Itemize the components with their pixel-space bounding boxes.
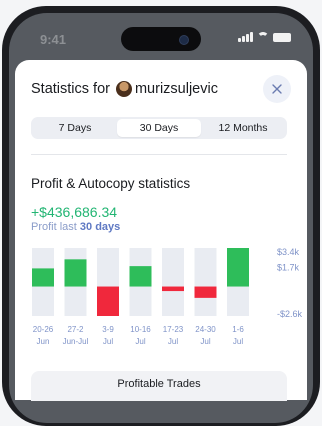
- sheet-title: Statistics for: [31, 81, 110, 97]
- profitable-trades-card[interactable]: Profitable Trades: [31, 371, 287, 401]
- signal-icon: [238, 32, 253, 42]
- status-icons: [238, 32, 291, 42]
- x-tick-range: 17-23: [163, 325, 184, 334]
- profit-caption-label: Profit last: [31, 221, 77, 233]
- chart-bar[interactable]: [227, 248, 249, 287]
- status-bar: 9:41: [9, 13, 313, 57]
- chart-bar[interactable]: [64, 259, 87, 287]
- divider: [31, 154, 287, 155]
- period-tabs: 7 Days 30 Days 12 Months: [31, 117, 287, 139]
- x-tick-range: 20-26: [33, 325, 54, 334]
- chart-bar[interactable]: [162, 286, 184, 292]
- y-tick-label: -$2.6k: [277, 309, 303, 319]
- chart-bar[interactable]: [32, 268, 54, 287]
- phone-mockup: 9:41 Statistics for murizsuljevic 7 Days…: [0, 0, 322, 426]
- x-tick-month: Jul: [135, 337, 145, 346]
- x-tick-month: Jul: [103, 337, 113, 346]
- close-icon: [272, 84, 282, 94]
- x-tick-month: Jun-Jul: [63, 337, 89, 346]
- x-tick-range: 24-30: [195, 325, 216, 334]
- y-tick-label: $3.4k: [277, 247, 300, 257]
- tab-7-days[interactable]: 7 Days: [33, 119, 117, 137]
- x-tick-month: Jul: [168, 337, 178, 346]
- profit-chart: 20-26 Jun 27-2 Jun-Jul 3-9 Jul 10-16 Jul 17-23 Ju…: [31, 246, 307, 356]
- wifi-icon: [257, 32, 269, 42]
- chart-bar[interactable]: [129, 266, 152, 287]
- x-tick-month: Jul: [200, 337, 210, 346]
- bar-track: [194, 248, 217, 316]
- dynamic-island: [121, 27, 201, 51]
- chart-bar[interactable]: [97, 286, 119, 316]
- camera-icon: [179, 35, 189, 45]
- x-tick-month: Jul: [233, 337, 243, 346]
- x-tick-range: 27-2: [67, 325, 84, 334]
- statistics-sheet: Statistics for murizsuljevic 7 Days 30 D…: [15, 60, 307, 401]
- status-time: 9:41: [40, 32, 67, 47]
- battery-icon: [273, 32, 291, 42]
- profit-value: +$436,686.34: [31, 204, 118, 220]
- section-title: Profit & Autocopy statistics: [31, 176, 191, 191]
- sheet-header: Statistics for murizsuljevic: [31, 75, 291, 103]
- tab-12-months[interactable]: 12 Months: [201, 119, 285, 137]
- x-tick-range: 10-16: [130, 325, 151, 334]
- x-tick-range: 3-9: [102, 325, 114, 334]
- card-title: Profitable Trades: [117, 378, 201, 390]
- x-tick-month: Jun: [37, 337, 50, 346]
- chart-bar[interactable]: [194, 286, 217, 298]
- tab-30-days[interactable]: 30 Days: [117, 119, 201, 137]
- profit-caption: Profit last 30 days: [31, 221, 120, 233]
- close-button[interactable]: [263, 75, 291, 103]
- profit-caption-period: 30 days: [79, 221, 121, 233]
- bar-track: [162, 248, 184, 316]
- username: murizsuljevic: [134, 81, 218, 97]
- avatar: [115, 81, 132, 97]
- x-tick-range: 1-6: [232, 325, 244, 334]
- y-tick-label: $1.7k: [277, 262, 300, 272]
- profit-chart-svg: 20-26 Jun 27-2 Jun-Jul 3-9 Jul 10-16 Jul 17-23 Ju…: [32, 247, 303, 346]
